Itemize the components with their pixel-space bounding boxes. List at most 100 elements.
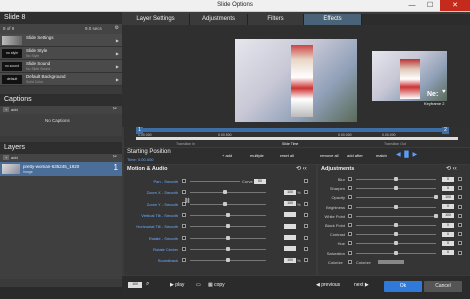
value-field[interactable]	[284, 246, 296, 252]
next-button[interactable]: next ▶	[354, 282, 369, 288]
add-after-button[interactable]: add after	[347, 153, 363, 158]
smooth-checkbox[interactable]	[182, 235, 186, 240]
value-field[interactable]: 0	[442, 231, 454, 237]
slide-timeline-bar[interactable]	[136, 137, 458, 140]
adjust-checkbox[interactable]	[348, 213, 352, 218]
zoom-field[interactable]: 100	[128, 282, 142, 288]
enable-checkbox[interactable]	[304, 179, 308, 183]
value-field[interactable]: 100	[284, 257, 296, 263]
heart-icon[interactable]: ♥	[442, 89, 446, 95]
value-field[interactable]: 0	[442, 176, 454, 182]
maximize-button[interactable]: ☐	[422, 0, 438, 11]
multiple-button[interactable]: multiple	[250, 153, 264, 158]
slider-knob[interactable]	[434, 213, 438, 218]
enable-checkbox[interactable]	[304, 246, 308, 251]
smooth-checkbox[interactable]	[182, 190, 186, 195]
add-caption-label[interactable]: add	[11, 107, 18, 112]
timeline-track[interactable]	[136, 128, 446, 132]
keyframe-marker-1[interactable]: 1	[136, 127, 143, 134]
enable-checkbox[interactable]	[304, 258, 308, 263]
add-layer-label[interactable]: add	[11, 155, 18, 160]
link-icon[interactable]: ⛓	[184, 198, 190, 204]
smooth-checkbox[interactable]	[182, 246, 186, 251]
copy-button[interactable]: ▦ copy	[208, 282, 225, 288]
slide-settings-row[interactable]: Slide Settings ▶	[0, 34, 122, 47]
slide-sound-row[interactable]: no sound Slide Sound No Slide Sound ▶	[0, 60, 122, 73]
minimize-button[interactable]: —	[404, 0, 420, 11]
adjust-checkbox[interactable]	[348, 195, 352, 200]
value-field[interactable]: 100	[284, 189, 296, 195]
colorize-checkbox[interactable]	[348, 259, 352, 264]
slider-knob[interactable]	[226, 224, 230, 229]
reset-icon[interactable]: ⟲ ‹‹	[446, 165, 457, 172]
slider-track[interactable]	[190, 192, 266, 194]
value-field[interactable]: 0	[442, 250, 454, 256]
slider-knob[interactable]	[223, 201, 227, 206]
close-button[interactable]: ✕	[440, 0, 470, 11]
enable-checkbox[interactable]	[458, 241, 462, 246]
adjust-checkbox[interactable]	[348, 250, 352, 255]
enable-checkbox[interactable]	[304, 235, 308, 240]
enable-checkbox[interactable]	[304, 212, 308, 217]
value-field[interactable]	[284, 235, 296, 240]
smooth-checkbox[interactable]	[182, 212, 186, 217]
enable-checkbox[interactable]	[304, 224, 308, 229]
enable-checkbox[interactable]	[458, 223, 462, 227]
layer-item[interactable]: pretty-woman-635245_1920 Image 1	[0, 162, 122, 176]
adjust-checkbox[interactable]	[348, 204, 352, 209]
enable-checkbox[interactable]	[458, 232, 462, 237]
slider-knob[interactable]	[394, 232, 398, 237]
add-caption-button[interactable]: +	[3, 107, 10, 112]
enable-checkbox[interactable]	[458, 195, 462, 200]
screen-icon[interactable]: ▭	[196, 282, 201, 288]
slider-knob[interactable]	[394, 204, 398, 209]
slide-style-row[interactable]: no style Slide Style No Style ▶	[0, 47, 122, 60]
smooth-checkbox[interactable]	[182, 224, 186, 229]
start-preview-image[interactable]	[235, 39, 357, 122]
reset-all-button[interactable]: reset all	[280, 153, 294, 158]
value-field[interactable]	[284, 212, 296, 218]
adjust-checkbox[interactable]	[348, 186, 352, 191]
background-row[interactable]: default Default Background Solid Color ▶	[0, 73, 122, 86]
adjust-checkbox[interactable]	[348, 223, 352, 227]
adjust-checkbox[interactable]	[348, 241, 352, 246]
timeline[interactable]: 0.00.000 0.00.500 0.00.000 0.00.000 1 2 …	[124, 127, 470, 147]
curve-value[interactable]: 50	[254, 178, 266, 184]
value-field[interactable]: 100	[442, 194, 454, 200]
play-button[interactable]: ▶ play	[170, 282, 184, 288]
tools-icon[interactable]: ✂	[113, 106, 117, 112]
enable-checkbox[interactable]	[304, 190, 308, 195]
slider-knob[interactable]	[394, 177, 398, 181]
enable-checkbox[interactable]	[458, 213, 462, 218]
slider-knob[interactable]	[226, 212, 230, 217]
smooth-checkbox[interactable]	[182, 258, 186, 263]
value-field[interactable]: 0	[442, 185, 454, 191]
reset-icon[interactable]: ⟲ ‹‹	[296, 165, 307, 172]
tab-filters[interactable]: Filters	[248, 14, 304, 25]
previous-button[interactable]: ◀ previous	[316, 282, 340, 288]
enable-checkbox[interactable]	[458, 250, 462, 255]
tools-icon[interactable]: ✂	[113, 154, 117, 160]
slider-knob[interactable]	[226, 235, 230, 240]
slider-knob[interactable]	[226, 246, 230, 251]
enable-checkbox[interactable]	[458, 186, 462, 191]
enable-checkbox[interactable]	[458, 204, 462, 209]
slider-knob[interactable]	[394, 223, 398, 227]
adjust-checkbox[interactable]	[348, 232, 352, 237]
slider-knob[interactable]	[394, 186, 398, 191]
enable-checkbox[interactable]	[458, 177, 462, 181]
slider-track[interactable]	[190, 203, 266, 205]
value-field[interactable]: 100	[284, 201, 296, 207]
slider-knob[interactable]	[226, 258, 230, 263]
match-button[interactable]: match	[376, 153, 387, 158]
tab-adjustments[interactable]: Adjustments	[190, 14, 248, 25]
slider-knob[interactable]	[434, 195, 438, 200]
value-field[interactable]: 0	[442, 204, 454, 210]
smooth-checkbox[interactable]	[182, 179, 186, 183]
slider-knob[interactable]	[394, 241, 398, 246]
slider-track[interactable]	[190, 181, 240, 182]
add-layer-button[interactable]: +	[3, 155, 10, 160]
tab-effects[interactable]: Effects	[304, 14, 362, 25]
remove-all-button[interactable]: remove all	[320, 153, 338, 158]
slider-knob[interactable]	[223, 190, 227, 195]
